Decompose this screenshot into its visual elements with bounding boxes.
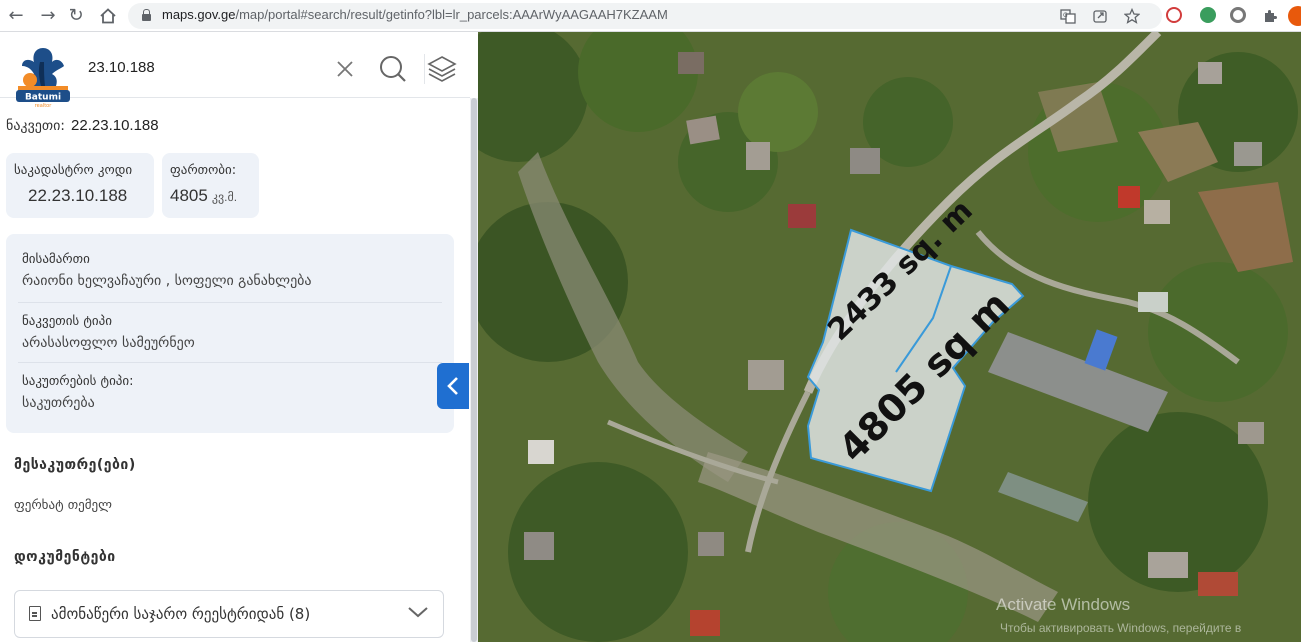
profile-avatar[interactable]	[1288, 6, 1301, 26]
scrollbar-thumb[interactable]	[471, 98, 477, 642]
info-panel: Batumi realtor 23.10.188 ნაკვეთი: 22.23.1…	[0, 32, 470, 642]
parcel-heading: ნაკვეთი: 22.23.10.188	[6, 117, 159, 134]
map-imagery: 2433 sq. m 4805 sq m	[478, 32, 1301, 642]
address-row: მისამართი რაიონი ხელვაჩაური , სოფელი გან…	[22, 252, 438, 289]
back-icon[interactable]: ←	[4, 4, 28, 28]
share-icon[interactable]	[1092, 8, 1108, 24]
reload-icon[interactable]: ↻	[64, 4, 88, 28]
svg-text:G: G	[1063, 12, 1068, 19]
parcel-type-label: ნაკვეთის ტიპი	[22, 314, 112, 329]
area-card: ფართობი: 4805 კვ.მ.	[162, 153, 259, 218]
area-unit: კვ.მ.	[211, 190, 238, 204]
extension-icon-2[interactable]	[1200, 7, 1216, 23]
parcel-value: 22.23.10.188	[71, 117, 159, 134]
address-value: რაიონი ხელვაჩაური , სოფელი განახლება	[22, 273, 312, 289]
owner-name: ფერხატ თემელ	[14, 498, 112, 513]
parcel-type-value: არასასოფლო სამეურნეო	[22, 335, 195, 351]
windows-watermark-subtext: Чтобы активировать Windows, перейдите в	[1000, 621, 1242, 635]
layers-icon	[427, 56, 457, 82]
clear-icon[interactable]	[334, 58, 356, 80]
parcel-label: ნაკვეთი:	[6, 118, 66, 134]
parcel-details: მისამართი რაიონი ხელვაჩაური , სოფელი გან…	[6, 234, 454, 433]
windows-watermark: Activate Windows	[996, 595, 1131, 614]
logo-subtext: realtor	[35, 103, 52, 109]
home-icon[interactable]	[96, 4, 120, 28]
extension-icon-3[interactable]	[1230, 7, 1246, 23]
address-label: მისამართი	[22, 252, 90, 267]
search-icon[interactable]	[378, 54, 408, 84]
document-icon	[29, 606, 41, 621]
divider	[18, 362, 442, 363]
ownership-type-value: საკუთრება	[22, 395, 95, 411]
documents-title: დოკუმენტები	[14, 549, 116, 565]
bookmark-star-icon[interactable]	[1123, 7, 1141, 24]
divider	[18, 302, 442, 303]
batumi-realtor-logo: Batumi realtor	[16, 48, 70, 109]
lock-icon	[142, 9, 151, 21]
chevron-down-icon	[408, 607, 428, 618]
satellite-map[interactable]: 2433 sq. m 4805 sq m	[478, 32, 1301, 642]
logo-text: Batumi	[25, 93, 61, 103]
panel-scrollbar[interactable]	[470, 98, 478, 642]
documents-dropdown[interactable]: ამონაწერი საჯარო რეესტრიდან (8)	[14, 590, 444, 638]
extension-icon-1[interactable]	[1166, 7, 1182, 23]
area-value-wrap: 4805 კვ.მ.	[170, 186, 237, 206]
search-bar: Batumi realtor 23.10.188	[0, 32, 470, 109]
forward-icon[interactable]: →	[36, 4, 60, 28]
address-bar[interactable]: maps.gov.ge/map/portal#search/result/get…	[128, 3, 1162, 29]
cadastral-code-label: საკადასტრო კოდი	[14, 163, 133, 178]
parcel-type-row: ნაკვეთის ტიპი არასასოფლო სამეურნეო	[22, 314, 438, 351]
ownership-type-row: საკუთრების ტიპი: საკუთრება	[22, 374, 438, 411]
area-label: ფართობი:	[170, 163, 237, 178]
browser-toolbar: ← → ↻ maps.gov.ge/map/portal#search/resu…	[0, 0, 1301, 32]
chevron-left-icon	[447, 377, 458, 395]
url-text: maps.gov.ge/map/portal#search/result/get…	[162, 7, 668, 22]
translate-icon[interactable]: G	[1060, 8, 1076, 24]
ownership-type-label: საკუთრების ტიპი:	[22, 374, 134, 389]
cadastral-code-card: საკადასტრო კოდი 22.23.10.188	[6, 153, 154, 218]
owners-title: მესაკუთრე(ები)	[14, 457, 136, 473]
collapse-panel-button[interactable]	[437, 363, 469, 409]
extensions-puzzle-icon[interactable]	[1258, 4, 1282, 28]
cadastral-code-value: 22.23.10.188	[28, 186, 128, 205]
search-input[interactable]: 23.10.188	[88, 59, 155, 76]
documents-dropdown-label: ამონაწერი საჯარო რეესტრიდან (8)	[51, 605, 311, 623]
area-value: 4805	[170, 186, 208, 205]
layers-button[interactable]	[424, 54, 458, 84]
